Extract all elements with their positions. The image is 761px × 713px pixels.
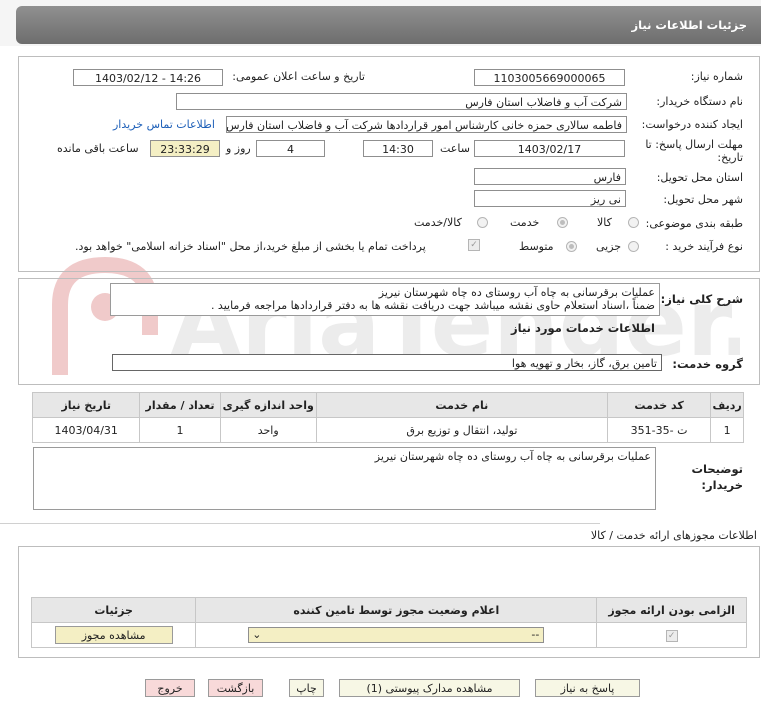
contact-buyer-link[interactable]: اطلاعات تماس خریدار [113, 118, 215, 131]
time-label: ساعت [440, 142, 470, 155]
cell-permit-required: ✓ [596, 622, 747, 648]
view-permit-button[interactable]: مشاهده مجوز [54, 626, 173, 644]
description-line-1: عملیات برقرسانی به چاه آب روستای ده چاه … [378, 286, 655, 299]
cell-details: مشاهده مجوز [30, 622, 197, 648]
table-row: مشاهده مجوز ⌄ -- ✓ [30, 622, 747, 648]
remaining-label: ساعت باقی مانده [57, 142, 139, 155]
service-group-field[interactable]: تامین برق، گاز، بخار و تهویه هوا [112, 354, 662, 371]
buyer-label: نام دستگاه خریدار: [656, 95, 743, 108]
chevron-down-icon: ⌄ [252, 628, 262, 641]
cell-permit-status: ⌄ -- [195, 622, 598, 648]
process-radio-minor[interactable] [628, 241, 639, 252]
category-radio-service[interactable] [557, 217, 568, 228]
col-row: ردیف [710, 392, 744, 418]
announce-label: تاریخ و ساعت اعلان عمومی: [232, 70, 365, 83]
category-option-both: کالا/خدمت [414, 216, 462, 229]
city-label: شهر محل تحویل: [663, 193, 743, 206]
process-option-medium: متوسط [519, 240, 554, 253]
category-option-goods: کالا [597, 216, 612, 229]
permit-status-select[interactable]: ⌄ -- [248, 627, 545, 643]
permits-table-header: جزئیات اعلام وضعیت مجوز توسط تامین کننده… [30, 597, 747, 623]
creator-field[interactable]: فاطمه سالاری حمزه خانی کارشناس امور قرار… [226, 116, 627, 133]
permits-section-title: اطلاعات مجوزهای ارائه خدمت / کالا [590, 529, 757, 542]
deadline-label-2: تاریخ: [717, 151, 743, 164]
service-group-label: گروه خدمت: [672, 357, 743, 371]
section-divider [0, 523, 600, 524]
permit-status-value: -- [531, 628, 540, 641]
cell-service-code: ت -35-351 [606, 417, 712, 443]
table-row: 1403/04/31 1 واحد تولید، انتقال و توزیع … [31, 417, 744, 443]
cell-service-name: تولید، انتقال و توزیع برق [315, 417, 608, 443]
reply-button[interactable]: پاسخ به نیاز [535, 679, 640, 697]
process-radio-medium[interactable] [566, 241, 577, 252]
deadline-date-field[interactable]: 1403/02/17 [474, 140, 625, 157]
exit-button[interactable]: خروج [145, 679, 195, 697]
col-unit: واحد اندازه گیری [219, 392, 317, 418]
days-field[interactable]: 4 [256, 140, 325, 157]
need-number-field[interactable]: 1103005669000065 [474, 69, 625, 86]
attachments-button[interactable]: مشاهده مدارک پیوستی (1) [339, 679, 520, 697]
col-details: جزئیات [30, 597, 197, 623]
treasury-checkbox[interactable]: ✓ [468, 239, 480, 251]
creator-label: ایجاد کننده درخواست: [641, 118, 743, 131]
services-section-title: اطلاعات خدمات مورد نیاز [511, 321, 655, 335]
category-radio-both[interactable] [477, 217, 488, 228]
col-need-date: تاریخ نیاز [31, 392, 141, 418]
category-option-service: خدمت [510, 216, 540, 229]
cell-unit: واحد [219, 417, 317, 443]
back-button[interactable]: بازگشت [208, 679, 263, 697]
buyer-notes-textarea[interactable]: عملیات برقرسانی به چاه آب روستای ده چاه … [33, 447, 656, 510]
process-label: نوع فرآیند خرید : [665, 240, 743, 253]
need-number-label: شماره نیاز: [690, 70, 743, 83]
province-field[interactable]: فارس [474, 168, 626, 185]
cell-quantity: 1 [139, 417, 221, 443]
services-table-header: تاریخ نیاز تعداد / مقدار واحد اندازه گیر… [31, 392, 744, 418]
city-field[interactable]: نی ریز [474, 190, 626, 207]
permit-required-checkbox[interactable]: ✓ [665, 630, 678, 642]
services-table: تاریخ نیاز تعداد / مقدار واحد اندازه گیر… [31, 392, 744, 443]
buyer-field[interactable]: شرکت آب و فاضلاب استان فارس [176, 93, 627, 110]
page-header: جزئیات اطلاعات نیاز [0, 0, 761, 46]
cell-row: 1 [710, 417, 744, 443]
process-option-minor: جزیی [596, 240, 622, 253]
province-label: استان محل تحویل: [656, 171, 743, 184]
description-textarea[interactable]: عملیات برقرسانی به چاه آب روستای ده چاه … [110, 283, 660, 316]
category-radio-goods[interactable] [628, 217, 639, 228]
deadline-time-field[interactable]: 14:30 [363, 140, 433, 157]
description-line-2: ضمناً ،اسناد استعلام حاوی نقشه میباشد جه… [210, 299, 655, 312]
col-quantity: تعداد / مقدار [139, 392, 221, 418]
deadline-label: مهلت ارسال پاسخ: تا [645, 138, 743, 151]
category-label: طبقه بندی موضوعی: [645, 217, 743, 230]
page-title: جزئیات اطلاعات نیاز [631, 18, 747, 32]
print-button[interactable]: چاپ [289, 679, 324, 697]
days-label: روز و [226, 142, 251, 155]
announce-field[interactable]: 1403/02/12 - 14:26 [73, 69, 223, 86]
cell-need-date: 1403/04/31 [31, 417, 141, 443]
col-service-name: نام خدمت [315, 392, 608, 418]
description-label: شرح کلی نیاز: [660, 292, 743, 306]
buyer-notes-label-2: خریدار: [701, 478, 743, 492]
col-service-code: کد خدمت [606, 392, 712, 418]
remaining-time-field[interactable]: 23:33:29 [150, 140, 220, 157]
permits-table: جزئیات اعلام وضعیت مجوز توسط تامین کننده… [30, 597, 747, 648]
col-permit-status: اعلام وضعیت مجوز توسط تامین کننده [195, 597, 598, 623]
col-permit-required: الزامی بودن ارائه مجوز [596, 597, 747, 623]
payment-note: پرداخت تمام یا بخشی از مبلغ خرید،از محل … [75, 240, 426, 253]
buyer-notes-label: توضیحات [691, 462, 744, 476]
